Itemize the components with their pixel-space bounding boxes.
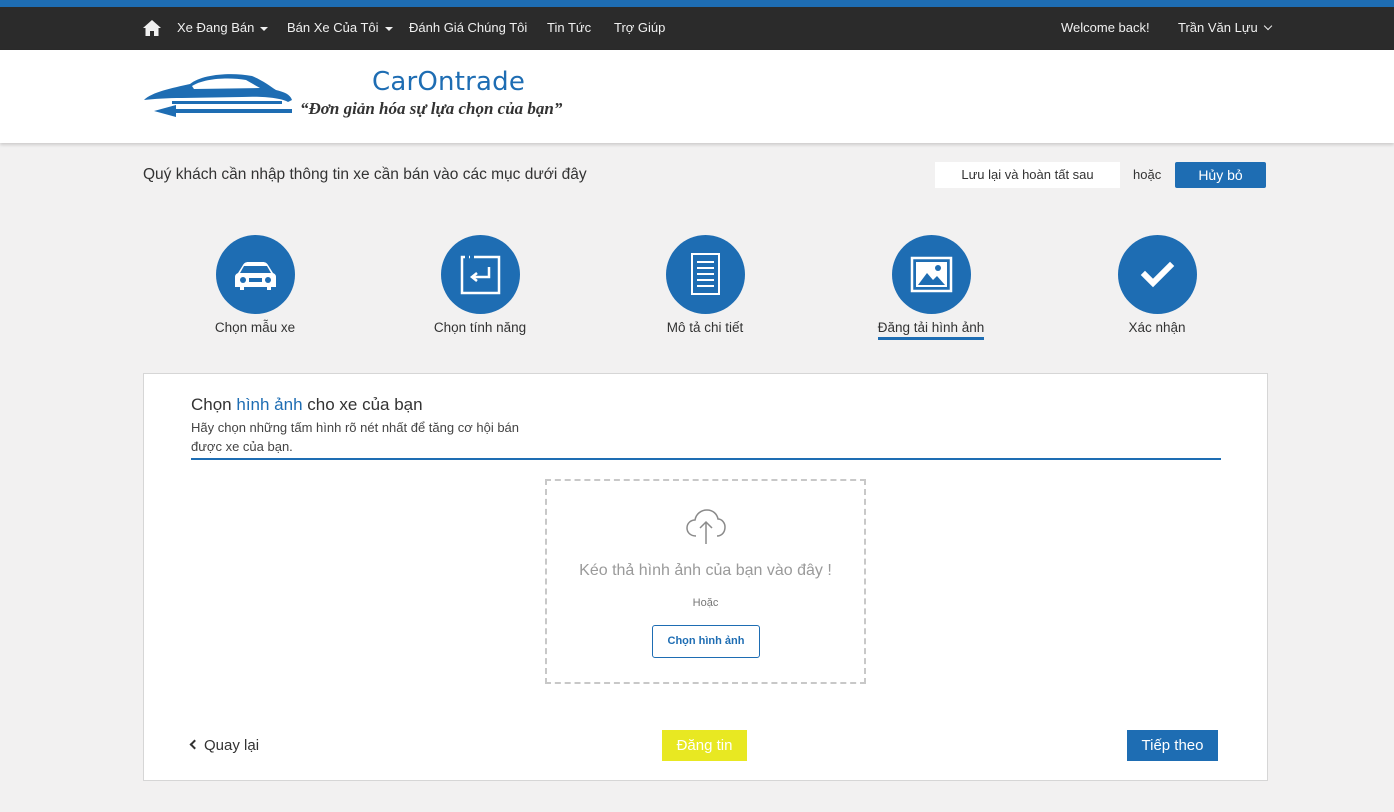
step-label-active: Đăng tải hình ảnh xyxy=(877,320,985,340)
welcome-text: Welcome back! xyxy=(1061,20,1150,35)
back-link[interactable]: Quay lại xyxy=(189,737,259,754)
page-intro: Quý khách cần nhập thông tin xe cần bán … xyxy=(143,166,587,183)
divider xyxy=(191,458,1221,460)
step-choose-features[interactable]: Chọn tính năng xyxy=(400,235,560,337)
post-listing-button[interactable]: Đăng tin xyxy=(662,730,747,761)
logo-slogan: “Đơn giản hóa sự lựa chọn của bạn” xyxy=(300,99,563,118)
chevron-down-icon xyxy=(1263,21,1273,31)
caret-down-icon xyxy=(260,26,269,31)
caret-down-icon xyxy=(384,26,393,31)
nav-item-cars-for-sale[interactable]: Xe Đang Bán xyxy=(177,20,269,35)
next-button[interactable]: Tiếp theo xyxy=(1127,730,1218,761)
car-icon xyxy=(215,235,295,314)
step-choose-model[interactable]: Chọn mẫu xe xyxy=(175,235,335,337)
check-icon xyxy=(1117,235,1197,314)
site-header: CarOntrade “Đơn giản hóa sự lựa chọn của… xyxy=(0,50,1394,143)
car-logo-icon[interactable] xyxy=(142,70,294,122)
cloud-upload-icon xyxy=(685,508,727,551)
save-later-button[interactable]: Lưu lại và hoàn tất sau xyxy=(935,162,1120,188)
top-navbar: Xe Đang Bán Bán Xe Của Tôi Đánh Giá Chún… xyxy=(0,7,1394,50)
nav-item-sell-my-car[interactable]: Bán Xe Của Tôi xyxy=(287,20,393,35)
step-detailed-description[interactable]: Mô tả chi tiết xyxy=(625,235,785,337)
panel-title: Chọn hình ảnh cho xe của bạn xyxy=(191,395,423,414)
step-label: Mô tả chi tiết xyxy=(666,320,744,335)
step-label: Xác nhận xyxy=(1128,320,1186,335)
top-accent-stripe xyxy=(0,0,1394,7)
step-label: Chọn mẫu xe xyxy=(214,320,296,335)
or-text: hoặc xyxy=(1133,167,1162,182)
image-dropzone[interactable]: Kéo thả hình ảnh của bạn vào đây ! Hoặc … xyxy=(545,479,866,684)
image-icon xyxy=(891,235,971,314)
step-upload-images[interactable]: Đăng tải hình ảnh xyxy=(851,235,1011,340)
panel-description: Hãy chọn những tấm hình rõ nét nhất để t… xyxy=(191,420,520,454)
choose-image-button[interactable]: Chọn hình ảnh xyxy=(652,625,760,658)
step-label: Chọn tính năng xyxy=(433,320,527,335)
dropzone-text: Kéo thả hình ảnh của bạn vào đây ! xyxy=(579,562,832,579)
cancel-button[interactable]: Hủy bỏ xyxy=(1175,162,1266,188)
feature-select-icon xyxy=(440,235,520,314)
logo-name[interactable]: CarOntrade xyxy=(372,67,525,97)
upload-panel: Chọn hình ảnh cho xe của bạn Hãy chọn nh… xyxy=(143,373,1268,781)
chevron-left-icon xyxy=(189,739,200,750)
user-menu[interactable]: Trần Văn Lựu xyxy=(1178,20,1273,35)
step-confirm[interactable]: Xác nhận xyxy=(1077,235,1237,337)
document-icon xyxy=(665,235,745,314)
nav-item-reviews[interactable]: Đánh Giá Chúng Tôi xyxy=(409,20,527,35)
nav-item-news[interactable]: Tin Tức xyxy=(547,20,591,35)
dropzone-or: Hoặc xyxy=(692,597,719,609)
home-icon[interactable] xyxy=(142,18,162,38)
nav-item-help[interactable]: Trợ Giúp xyxy=(614,20,665,35)
